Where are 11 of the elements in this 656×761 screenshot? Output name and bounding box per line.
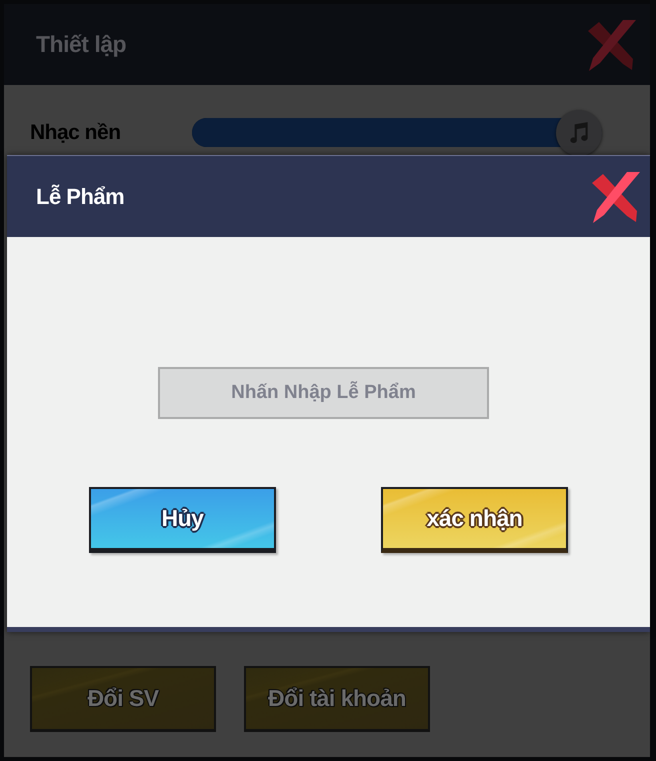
close-icon[interactable]: [590, 170, 640, 222]
music-volume-slider[interactable]: [192, 110, 602, 156]
confirm-button[interactable]: xác nhận: [381, 487, 568, 553]
slider-handle[interactable]: [556, 110, 602, 156]
switch-server-button[interactable]: Đổi SV: [30, 666, 216, 732]
settings-title: Thiết lập: [36, 31, 126, 58]
gift-code-input-field[interactable]: Nhấn Nhập Lễ Phẩm: [158, 367, 489, 419]
music-label: Nhạc nền: [30, 121, 121, 145]
switch-account-button[interactable]: Đổi tài khoản: [244, 666, 430, 732]
dialog-title: Lễ Phẩm: [36, 184, 124, 210]
cancel-button[interactable]: Hủy: [89, 487, 276, 553]
